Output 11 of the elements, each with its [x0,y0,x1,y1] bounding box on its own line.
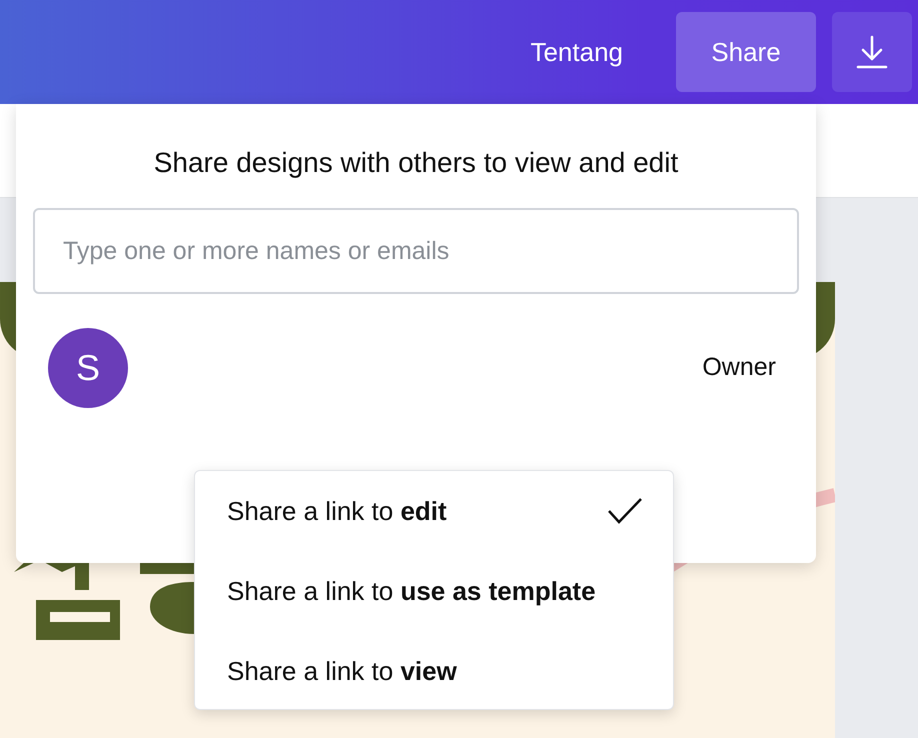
download-icon [854,34,890,70]
about-link[interactable]: Tentang [530,32,623,72]
menu-item[interactable]: Share a link to use as template [195,551,673,631]
download-button[interactable] [832,12,912,92]
share-button[interactable]: Share [676,12,816,92]
role-label: Owner [702,352,776,384]
menu-item[interactable]: Share a link to edit [195,471,673,551]
popup-title: Share designs with others to view and edit [152,146,680,180]
people-input-field[interactable]: Type one or more names or emails [33,208,799,294]
user-avatar: S [48,328,128,408]
menu-item[interactable]: Share a link to view [195,631,673,711]
